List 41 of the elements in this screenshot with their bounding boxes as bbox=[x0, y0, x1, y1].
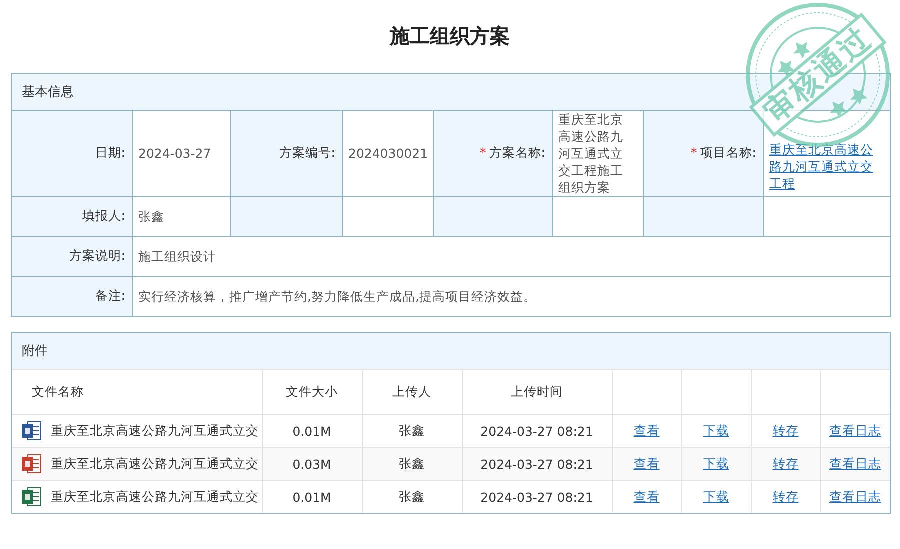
field-label: 项目名称: bbox=[700, 145, 756, 160]
action-link[interactable]: 转存 bbox=[772, 488, 799, 504]
action-link[interactable]: 下载 bbox=[703, 488, 730, 504]
section-title: 基本信息 bbox=[22, 84, 74, 101]
file-icon bbox=[21, 420, 43, 442]
field-label: 备注: bbox=[12, 276, 132, 316]
action-link[interactable]: 查看 bbox=[634, 422, 660, 438]
file-name: 重庆至北京高速公路九河互通式立交 bbox=[51, 422, 259, 440]
action-link[interactable]: 转存 bbox=[772, 456, 799, 470]
required-mark: * bbox=[691, 145, 698, 160]
table-cell: 张鑫 bbox=[362, 448, 462, 480]
column-header: 文件名称 bbox=[12, 370, 262, 414]
file-icon bbox=[21, 453, 43, 475]
field-value: 2024030021 bbox=[342, 110, 433, 196]
field-label: 填报人: bbox=[12, 196, 132, 236]
action-link[interactable]: 下载 bbox=[703, 422, 730, 438]
file-icon bbox=[21, 486, 43, 508]
column-header: 上传时间 bbox=[462, 370, 612, 414]
column-header: 上传人 bbox=[362, 370, 462, 414]
section-title: 附件 bbox=[22, 343, 48, 360]
action-link[interactable]: 转存 bbox=[772, 422, 799, 438]
file-name: 重庆至北京高速公路九河互通式立交 bbox=[51, 488, 259, 506]
field-value: 2024-03-27 bbox=[132, 110, 230, 196]
field-value: 张鑫 bbox=[132, 196, 230, 236]
action-link[interactable]: 下载 bbox=[703, 456, 730, 470]
action-link[interactable]: 查看 bbox=[634, 488, 660, 504]
field-label: 日期: bbox=[12, 110, 132, 196]
file-name: 重庆至北京高速公路九河互通式立交 bbox=[51, 456, 259, 472]
field-label: 方案名称: bbox=[489, 145, 546, 160]
field-value: 施工组织设计 bbox=[132, 236, 890, 276]
field-value: 重庆至北京高速公路九河互通式立交工程施工组织方案 bbox=[552, 110, 643, 196]
page-title: 施工组织方案 bbox=[390, 23, 510, 50]
action-link[interactable]: 查看日志 bbox=[830, 488, 882, 504]
column-header: 文件大小 bbox=[262, 370, 362, 414]
action-link[interactable]: 查看 bbox=[634, 456, 660, 470]
table-cell: 2024-03-27 08:21 bbox=[462, 448, 612, 480]
field-label: 方案编号: bbox=[230, 110, 342, 196]
table-cell: 0.03M bbox=[262, 448, 362, 480]
field-label: 方案说明: bbox=[12, 236, 132, 276]
field-value: 实行经济核算，推广增产节约,努力降低生产成品,提高项目经济效益。 bbox=[132, 276, 890, 316]
required-mark: * bbox=[480, 145, 486, 160]
